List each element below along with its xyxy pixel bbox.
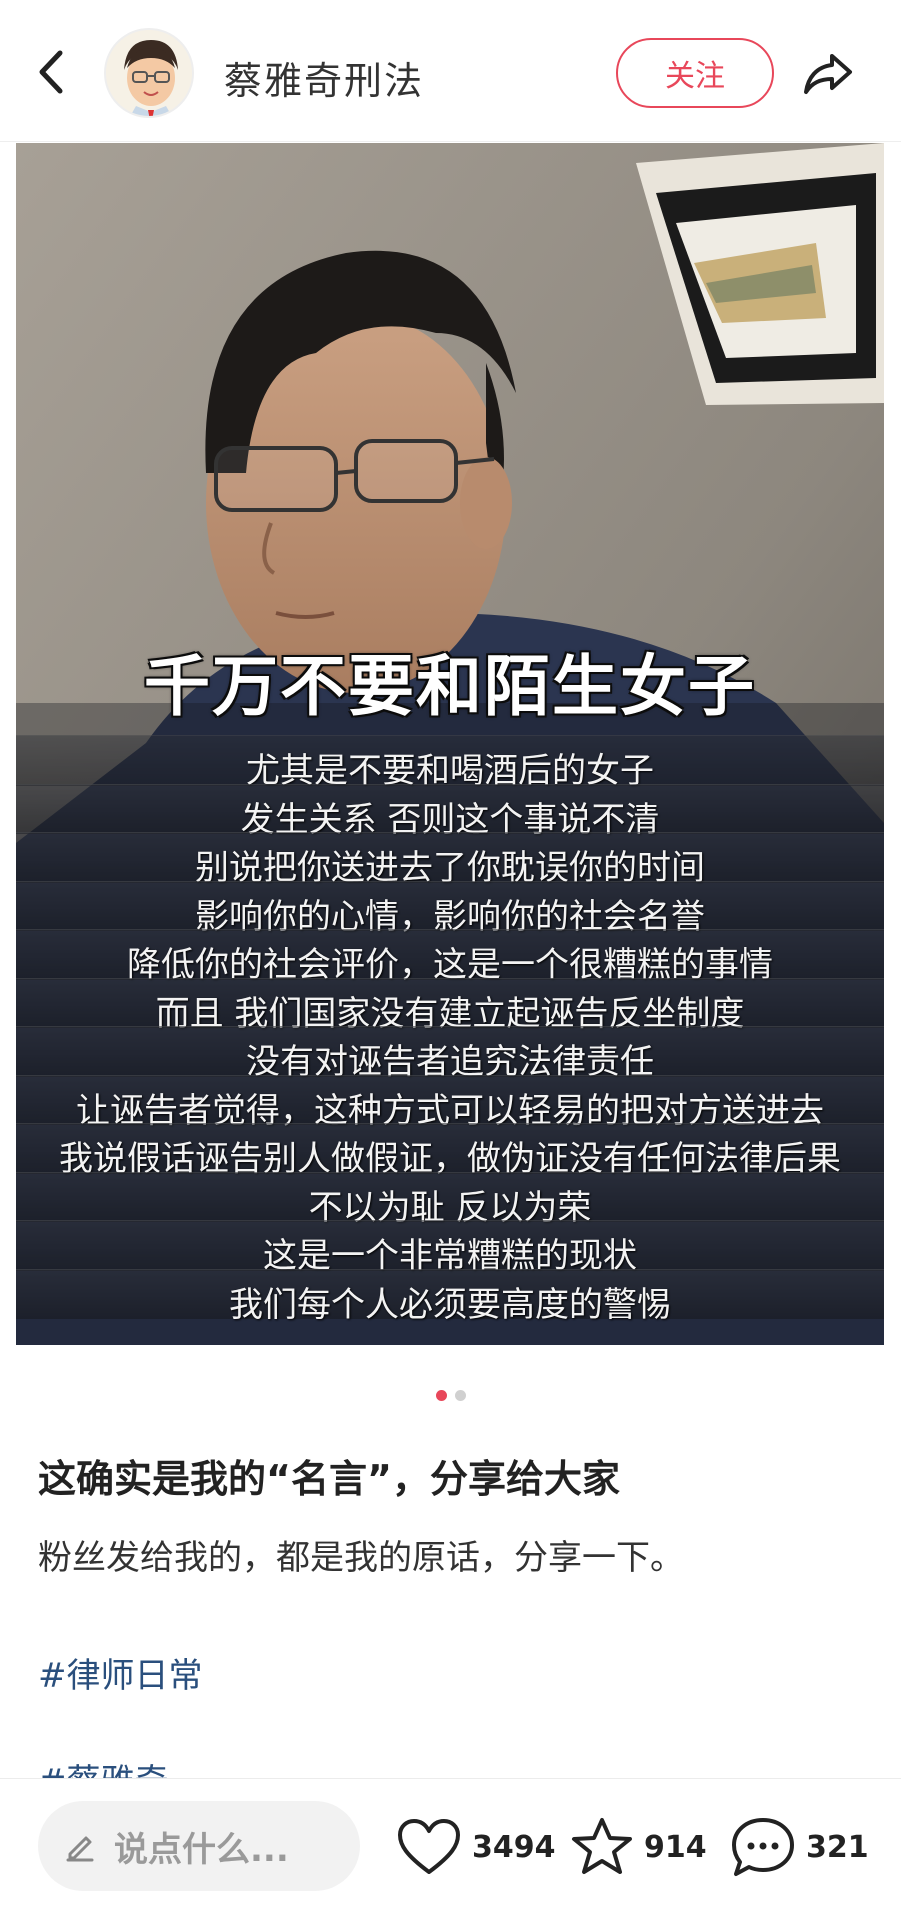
share-button[interactable] bbox=[796, 44, 860, 104]
bottom-action-bar: 说点什么... 3494 914 321 bbox=[0, 1778, 901, 1916]
comment-input[interactable]: 说点什么... bbox=[38, 1801, 360, 1891]
comment-button[interactable]: 321 bbox=[730, 1807, 869, 1887]
top-bar: 蔡雅奇刑法 关注 bbox=[0, 0, 901, 142]
chevron-left-icon bbox=[39, 50, 63, 94]
favorite-button[interactable]: 914 bbox=[570, 1807, 707, 1887]
hashtag-link[interactable]: #律师日常 bbox=[38, 1648, 203, 1697]
comment-count: 321 bbox=[806, 1829, 869, 1865]
back-button[interactable] bbox=[28, 40, 74, 104]
author-avatar[interactable] bbox=[104, 28, 194, 118]
like-button[interactable]: 3494 bbox=[396, 1807, 556, 1887]
pagination-dot[interactable] bbox=[435, 1390, 447, 1401]
star-icon bbox=[572, 1818, 632, 1874]
follow-button[interactable]: 关注 bbox=[616, 38, 774, 108]
share-arrow-icon bbox=[804, 54, 852, 94]
heart-icon bbox=[398, 1819, 460, 1874]
subtitle-stack: 尤其是不要和喝酒后的女子 发生关系 否则这个事说不清 别说把你送进去了你耽误你的时间… bbox=[16, 629, 884, 1345]
post-body: 粉丝发给我的，都是我的原话，分享一下。 bbox=[38, 1538, 684, 1578]
speech-bubble-icon bbox=[732, 1818, 794, 1876]
cartoon-avatar-icon bbox=[106, 30, 192, 116]
post-image[interactable]: 千万不要和陌生女子 尤其是不要和喝酒后的女子 发生关系 否则这个事说不清 别说把你送… bbox=[16, 143, 884, 1345]
pagination-dot[interactable] bbox=[454, 1390, 466, 1401]
comment-placeholder: 说点什么... bbox=[114, 1829, 289, 1870]
post-title: 这确实是我的“名言”，分享给大家 bbox=[38, 1457, 620, 1501]
author-name[interactable]: 蔡雅奇刑法 bbox=[224, 50, 424, 105]
favorite-count: 914 bbox=[644, 1829, 707, 1865]
pencil-icon bbox=[66, 1836, 94, 1862]
image-pagination bbox=[0, 1390, 901, 1401]
like-count: 3494 bbox=[472, 1829, 556, 1865]
subtitle-line: 我们每个人必须要高度的警惕 bbox=[229, 1284, 671, 1325]
